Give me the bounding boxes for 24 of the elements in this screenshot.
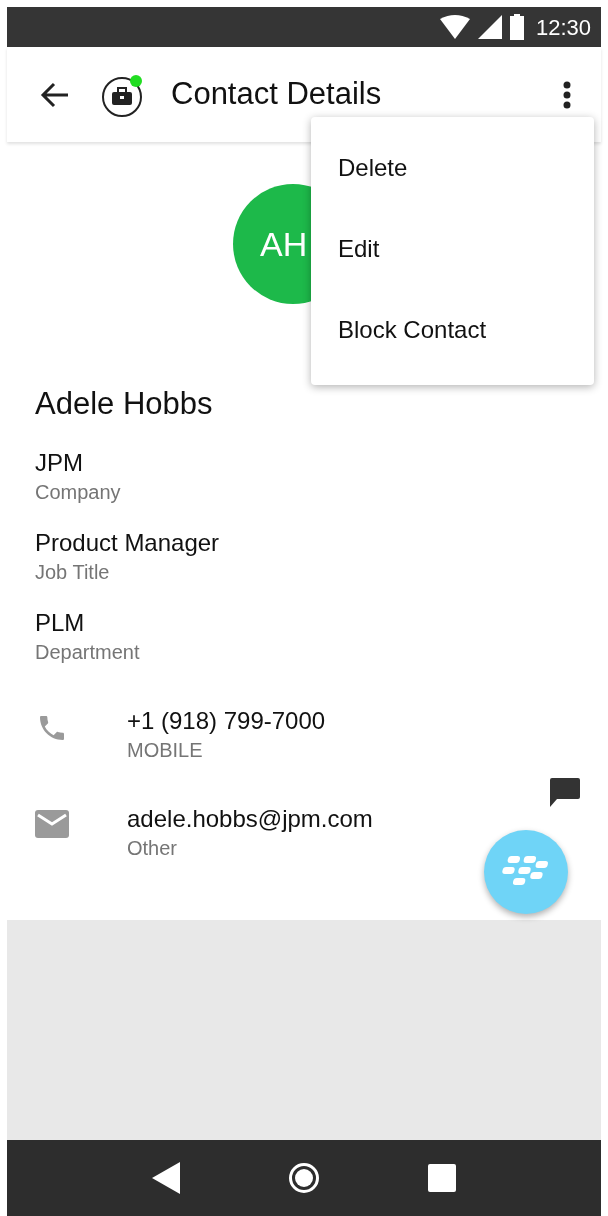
field-label: Department: [35, 640, 141, 665]
wifi-icon: [439, 15, 470, 39]
screen-title: Contact Details: [171, 75, 382, 114]
type-label: Other: [127, 836, 179, 861]
contact-name: Adele Hobbs: [35, 386, 214, 422]
field-label: Company: [35, 480, 122, 505]
work-profile-icon: [101, 72, 145, 117]
field-value: JPM: [35, 448, 84, 478]
field-label: Job Title: [35, 560, 111, 585]
field-value: PLM: [35, 608, 86, 638]
menu-icon: [563, 80, 571, 109]
back-arrow-icon: [40, 81, 70, 108]
battery-icon: [509, 14, 524, 40]
field-value: Product Manager: [35, 528, 221, 558]
square-icon: [428, 1164, 456, 1192]
phone-number: +1 (918) 799-7000: [127, 706, 326, 736]
clock-time: 12:30: [535, 13, 591, 42]
circle-icon: [288, 1162, 320, 1194]
mail-icon: [35, 810, 69, 838]
triangle-icon: [152, 1162, 180, 1194]
type-label: MOBILE: [127, 738, 204, 763]
email-address: adele.hobbs@jpm.com: [127, 804, 373, 834]
signal-icon: [477, 15, 502, 39]
chat-bubble-icon: [549, 777, 581, 809]
